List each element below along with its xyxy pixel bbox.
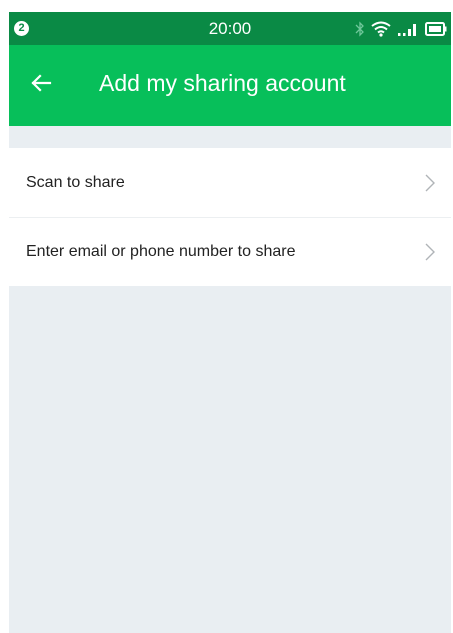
page-title: Add my sharing account (99, 70, 346, 96)
arrow-left-icon (30, 73, 52, 98)
share-options-list: Scan to share Enter email or phone numbe… (9, 148, 451, 286)
status-icons (355, 19, 447, 39)
chevron-right-icon (425, 174, 435, 192)
signal-icon (397, 21, 419, 37)
scan-to-share-item[interactable]: Scan to share (9, 148, 451, 217)
phone-screen: 2 20:00 Add my sharing account Scan to s… (9, 12, 451, 633)
bluetooth-icon (355, 21, 365, 37)
back-button[interactable] (23, 67, 59, 103)
status-bar: 2 20:00 (9, 12, 451, 45)
battery-icon (425, 21, 447, 37)
list-item-label: Enter email or phone number to share (26, 243, 296, 260)
wifi-icon (371, 21, 391, 37)
list-item-label: Scan to share (26, 173, 125, 191)
app-bar: Add my sharing account (9, 45, 451, 126)
enter-email-or-phone-item[interactable]: Enter email or phone number to share (9, 217, 451, 286)
chevron-right-icon (425, 243, 435, 261)
